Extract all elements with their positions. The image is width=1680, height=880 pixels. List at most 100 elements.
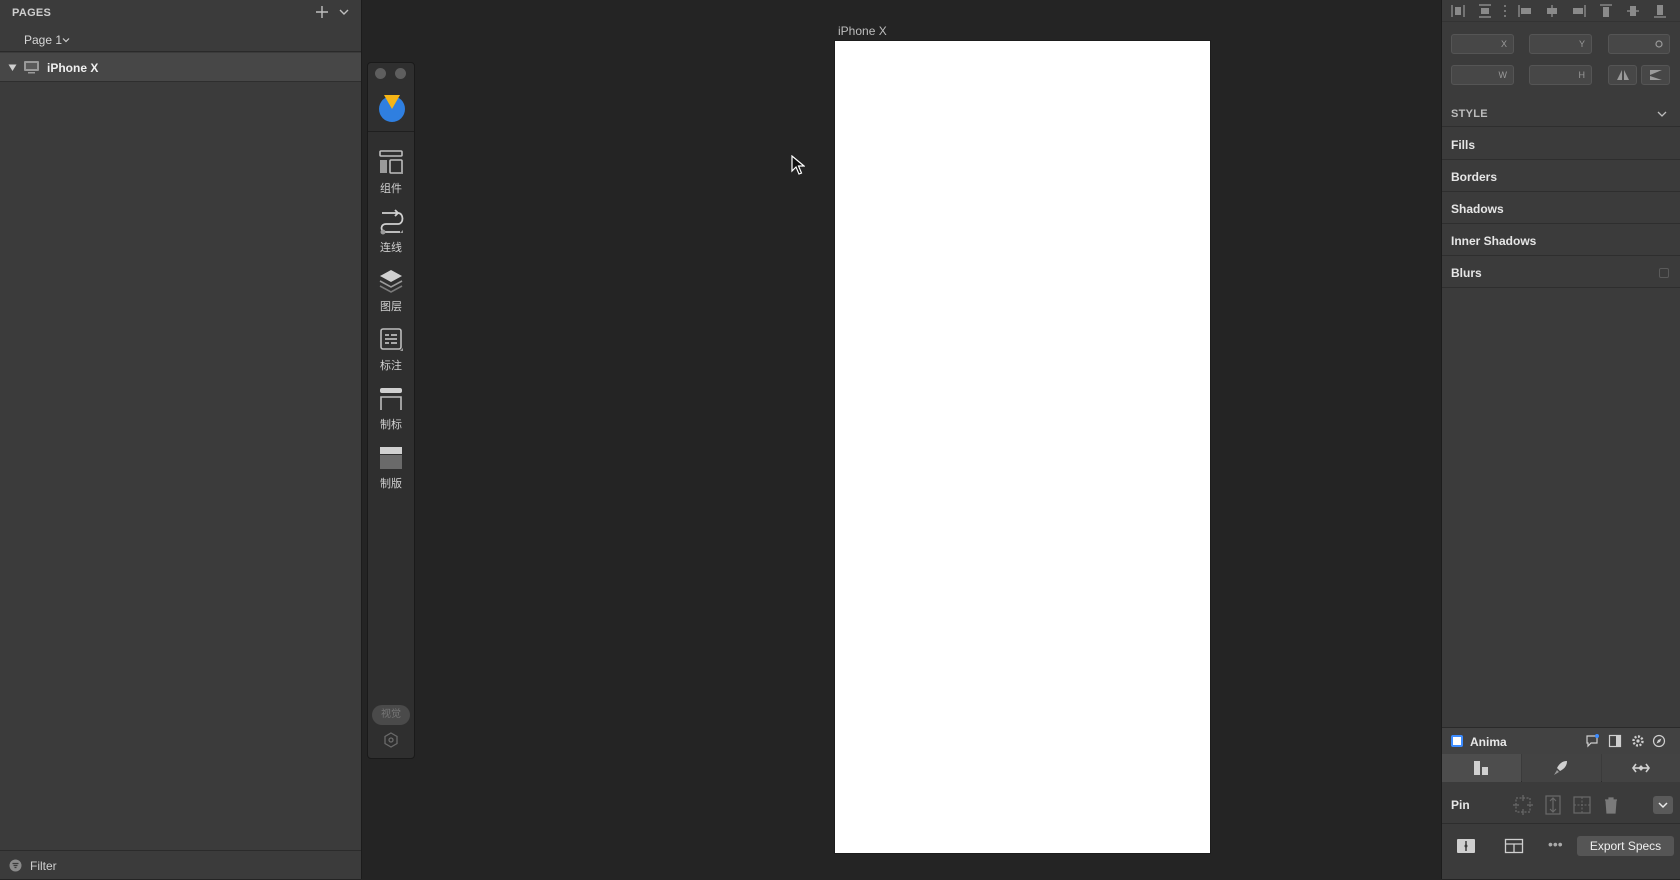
layer-filter-bar[interactable]: Filter xyxy=(0,850,361,879)
anima-header: Anima xyxy=(1442,728,1680,754)
page-selector[interactable]: Page 1 xyxy=(0,28,361,52)
chevron-down-icon[interactable] xyxy=(1657,109,1667,119)
fills-label: Fills xyxy=(1451,138,1476,152)
tab-launchpad[interactable] xyxy=(1522,754,1601,782)
inner-shadows-row[interactable]: Inner Shadows xyxy=(1442,224,1680,256)
layer-row-artboard[interactable]: iPhone X xyxy=(0,53,361,82)
disclosure-triangle-icon[interactable] xyxy=(8,63,17,72)
chat-icon[interactable] xyxy=(1585,734,1599,748)
flip-horizontal-button[interactable] xyxy=(1608,65,1637,85)
visual-mode-button[interactable]: 视觉 xyxy=(372,705,410,725)
slicing-icon xyxy=(380,447,402,469)
inner-shadows-label: Inner Shadows xyxy=(1451,234,1537,248)
distribute-horizontal-icon[interactable] xyxy=(1450,3,1466,19)
compass-icon[interactable] xyxy=(1652,734,1666,748)
alignment-toolbar xyxy=(1442,0,1680,22)
rotation-icon xyxy=(1655,40,1663,48)
toolbar-close-button[interactable] xyxy=(375,68,386,79)
pin-label: Pin xyxy=(1451,798,1470,812)
filter-label: Filter xyxy=(30,859,57,873)
current-page-name: Page 1 xyxy=(24,33,63,47)
pin-all-sides-icon[interactable] xyxy=(1512,794,1534,816)
height-field[interactable]: H xyxy=(1529,65,1592,85)
tool-label: 标注 xyxy=(380,359,402,372)
panel-toggle-icon[interactable] xyxy=(1608,734,1622,748)
tool-slicing[interactable]: 制版 xyxy=(368,445,414,497)
layout-icon xyxy=(1474,761,1488,775)
distribute-vertical-icon[interactable] xyxy=(1477,3,1493,19)
more-options-button[interactable]: ••• xyxy=(1548,836,1563,852)
pages-title: PAGES xyxy=(12,7,52,19)
annotation-icon xyxy=(380,328,403,351)
tab-links[interactable] xyxy=(1602,754,1680,782)
align-vertical-center-icon[interactable] xyxy=(1625,3,1641,19)
tool-markup[interactable]: 制标 xyxy=(368,386,414,438)
inspector-panel: X Y W H STYLE Fills Borders Shadows Inne… xyxy=(1441,0,1680,879)
tool-flow-link[interactable]: 连线 xyxy=(368,209,414,261)
align-horizontal-center-icon[interactable] xyxy=(1544,3,1560,19)
filter-icon xyxy=(9,859,22,872)
y-position-field[interactable]: Y xyxy=(1529,34,1592,54)
flip-vertical-button[interactable] xyxy=(1641,65,1670,85)
tool-label: 图层 xyxy=(380,300,402,313)
components-icon xyxy=(379,150,403,174)
rotation-field[interactable] xyxy=(1608,34,1670,54)
chevron-down-icon xyxy=(1658,802,1668,809)
shadows-row[interactable]: Shadows xyxy=(1442,192,1680,224)
markup-icon xyxy=(380,388,402,410)
plugin-toolbar: 组件 连线 图层 标注 制标 制版 视觉 xyxy=(367,62,415,759)
pin-center-icon[interactable] xyxy=(1571,794,1593,816)
blurs-label: Blurs xyxy=(1451,266,1482,280)
tool-layers[interactable]: 图层 xyxy=(368,268,414,320)
y-field-label: Y xyxy=(1578,39,1585,49)
toolbar-minimize-button[interactable] xyxy=(395,68,406,79)
pin-vertical-icon[interactable] xyxy=(1542,794,1564,816)
tool-components[interactable]: 组件 xyxy=(368,150,414,202)
borders-label: Borders xyxy=(1451,170,1498,184)
flip-vertical-icon xyxy=(1650,70,1662,80)
anima-plugin-panel: Anima Pin ••• Export Specs xyxy=(1442,727,1680,879)
flip-horizontal-icon xyxy=(1617,70,1629,80)
anima-tabs xyxy=(1442,754,1680,782)
width-field[interactable]: W xyxy=(1451,65,1514,85)
mouse-cursor-icon xyxy=(791,155,805,175)
artboard-icon xyxy=(24,61,39,74)
borders-row[interactable]: Borders xyxy=(1442,160,1680,192)
align-bottom-icon[interactable] xyxy=(1652,3,1668,19)
export-specs-button[interactable]: Export Specs xyxy=(1577,836,1674,856)
layer-name: iPhone X xyxy=(47,61,99,75)
gear-icon[interactable] xyxy=(383,732,399,748)
plugin-logo-icon xyxy=(379,95,405,122)
specs-icon[interactable] xyxy=(1456,838,1476,854)
align-right-icon[interactable] xyxy=(1571,3,1587,19)
artboard-title[interactable]: iPhone X xyxy=(838,24,887,38)
pin-options-dropdown[interactable] xyxy=(1653,796,1673,814)
align-left-icon[interactable] xyxy=(1517,3,1533,19)
flow-link-icon xyxy=(380,209,404,235)
trash-icon[interactable] xyxy=(1600,794,1622,816)
x-field-label: X xyxy=(1500,39,1507,49)
gear-icon[interactable] xyxy=(1631,734,1645,748)
anima-footer: ••• Export Specs xyxy=(1442,826,1680,880)
artboard-canvas[interactable] xyxy=(835,41,1210,853)
pages-layers-panel: PAGES Page 1 iPhone X Filter xyxy=(0,0,362,879)
fills-row[interactable]: Fills xyxy=(1442,128,1680,160)
anima-title: Anima xyxy=(1470,735,1507,749)
tool-label: 制版 xyxy=(380,477,402,490)
tool-label: 连线 xyxy=(380,241,402,254)
h-field-label: H xyxy=(1578,70,1586,80)
blurs-row[interactable]: Blurs xyxy=(1442,256,1680,288)
add-page-icon[interactable] xyxy=(314,4,330,20)
more-options-icon[interactable] xyxy=(1497,3,1513,19)
chevron-down-icon xyxy=(62,38,70,43)
x-position-field[interactable]: X xyxy=(1451,34,1514,54)
layers-icon xyxy=(379,270,403,293)
table-layout-icon[interactable] xyxy=(1504,838,1524,854)
align-top-icon[interactable] xyxy=(1598,3,1614,19)
link-icon xyxy=(1632,763,1650,773)
tab-layout[interactable] xyxy=(1442,754,1521,782)
blurs-checkbox[interactable] xyxy=(1659,268,1669,278)
chevron-down-icon[interactable] xyxy=(337,5,351,19)
style-section-header[interactable]: STYLE xyxy=(1442,101,1680,127)
tool-annotation[interactable]: 标注 xyxy=(368,327,414,379)
